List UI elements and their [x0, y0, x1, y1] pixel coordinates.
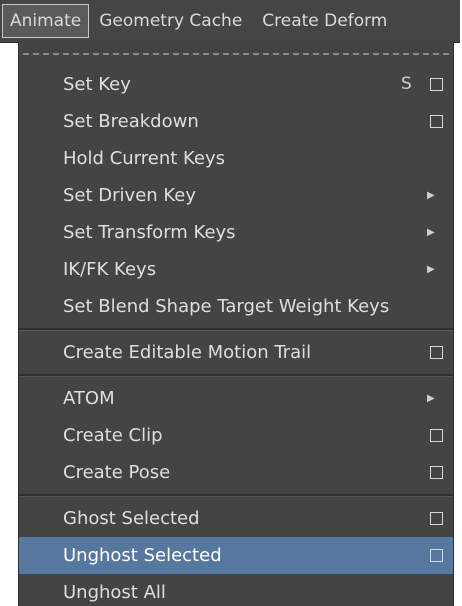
menu-item-label: Create Pose [63, 462, 171, 483]
menu-create-deformers[interactable]: Create Deform [252, 0, 397, 42]
menu-item-create-clip[interactable]: Create Clip [19, 417, 453, 454]
menu-item-create-pose[interactable]: Create Pose [19, 454, 453, 491]
menu-item-label: Set Key [63, 74, 131, 95]
submenu-arrow-icon: ▶ [427, 264, 435, 275]
menu-item-unghost-selected[interactable]: Unghost Selected [19, 537, 453, 574]
option-box-icon[interactable] [430, 429, 443, 442]
menu-item-ik-fk-keys[interactable]: IK/FK Keys ▶ [19, 251, 453, 288]
animate-dropdown-menu: Set Key S Set Breakdown Hold Current Key… [18, 42, 454, 606]
menu-item-set-breakdown[interactable]: Set Breakdown [19, 103, 453, 140]
option-box-icon[interactable] [430, 549, 443, 562]
menu-item-unghost-all[interactable]: Unghost All [19, 574, 453, 606]
menu-item-set-key[interactable]: Set Key S [19, 66, 453, 103]
option-box-icon[interactable] [430, 115, 443, 128]
submenu-arrow-icon: ▶ [427, 393, 435, 404]
tear-off-handle[interactable] [19, 42, 453, 66]
menu-divider [19, 328, 453, 331]
menu-item-hold-current-keys[interactable]: Hold Current Keys [19, 140, 453, 177]
menu-item-label: IK/FK Keys [63, 259, 157, 280]
hotkey-label: S [401, 74, 412, 94]
menu-item-label: Unghost Selected [63, 545, 222, 566]
menu-item-atom[interactable]: ATOM ▶ [19, 380, 453, 417]
menu-item-label: Set Blend Shape Target Weight Keys [63, 296, 390, 317]
menu-item-label: ATOM [63, 388, 115, 409]
submenu-arrow-icon: ▶ [427, 190, 435, 201]
option-box-icon[interactable] [430, 512, 443, 525]
menu-item-ghost-selected[interactable]: Ghost Selected [19, 500, 453, 537]
menu-bar: Animate Geometry Cache Create Deform [0, 0, 460, 43]
menu-item-label: Ghost Selected [63, 508, 200, 529]
menu-item-label: Set Driven Key [63, 185, 197, 206]
submenu-arrow-icon: ▶ [427, 227, 435, 238]
option-box-icon[interactable] [430, 466, 443, 479]
menu-item-label: Create Clip [63, 425, 163, 446]
menu-divider [19, 494, 453, 497]
menu-item-label: Unghost All [63, 582, 166, 603]
menu-item-create-editable-motion-trail[interactable]: Create Editable Motion Trail [19, 334, 453, 371]
menu-item-label: Set Breakdown [63, 111, 199, 132]
menu-item-set-blend-shape-keys[interactable]: Set Blend Shape Target Weight Keys [19, 288, 453, 325]
menu-item-label: Create Editable Motion Trail [63, 342, 312, 363]
menu-divider [19, 374, 453, 377]
menu-item-set-transform-keys[interactable]: Set Transform Keys ▶ [19, 214, 453, 251]
menu-animate[interactable]: Animate [2, 4, 90, 38]
option-box-icon[interactable] [430, 346, 443, 359]
option-box-icon[interactable] [430, 78, 443, 91]
menu-item-label: Set Transform Keys [63, 222, 236, 243]
menu-geometry-cache[interactable]: Geometry Cache [89, 0, 252, 42]
menu-item-set-driven-key[interactable]: Set Driven Key ▶ [19, 177, 453, 214]
menu-item-label: Hold Current Keys [63, 148, 226, 169]
